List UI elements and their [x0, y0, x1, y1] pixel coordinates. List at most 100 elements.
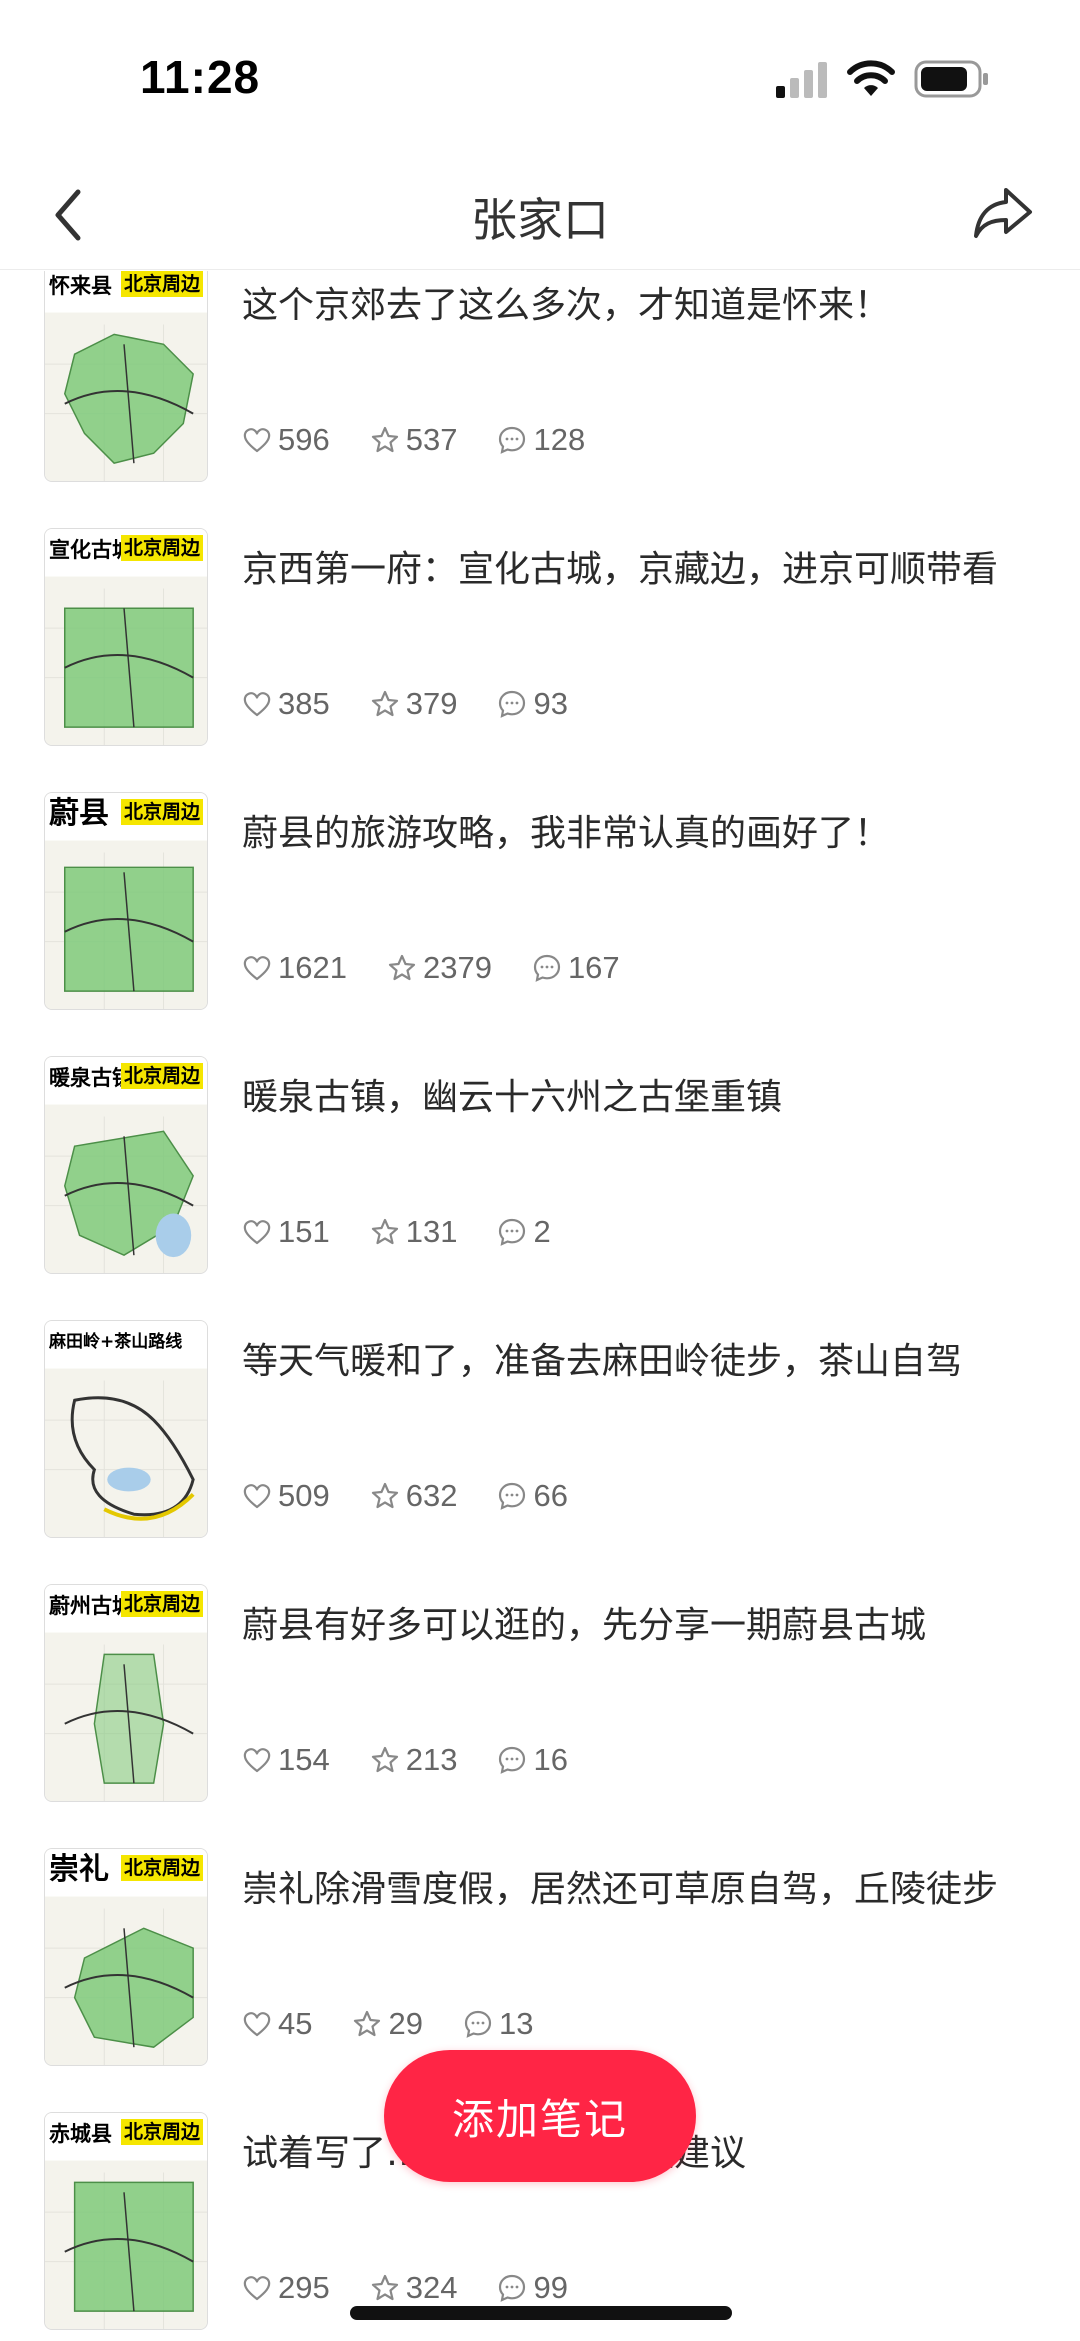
note-item[interactable]: 蔚县 北京周边 蔚县的旅游攻略，我非常认真的画好了！ 1621 2379 167 [0, 752, 1080, 1016]
note-list-content: 怀来县 北京周边 这个京郊去了这么多次，才知道是怀来！ 596 537 128 宣化古城 北京… [0, 271, 1080, 2336]
thumb-tag: 北京周边 [120, 1591, 203, 1617]
collect-count: 379 [405, 686, 458, 721]
like-count: 151 [278, 1214, 330, 1249]
comment-stat[interactable]: 13 [463, 2006, 533, 2042]
note-stats: 295 324 99 [242, 2268, 608, 2308]
note-item[interactable]: 崇礼 北京周边 崇礼除滑雪度假，居然还可草原自驾，丘陵徒步 45 29 13 [0, 1808, 1080, 2072]
collect-count: 537 [405, 422, 458, 457]
like-heart-icon [243, 1220, 271, 1245]
comment-stat[interactable]: 93 [497, 686, 568, 722]
collect-star-icon [371, 1482, 398, 1509]
note-title[interactable]: 京西第一府：宣化古城，京藏边，进京可顺带看 [242, 542, 1042, 598]
collect-star-icon [371, 1746, 398, 1773]
like-count: 385 [278, 686, 330, 721]
comment-count: 2 [533, 1214, 551, 1249]
comment-bubble-icon [499, 690, 526, 718]
comment-stat[interactable]: 99 [497, 2270, 568, 2306]
note-thumbnail[interactable]: 蔚州古城 北京周边 [44, 1584, 208, 1802]
like-count: 295 [278, 2270, 330, 2305]
comment-stat[interactable]: 128 [497, 422, 585, 458]
comment-bubble-icon [499, 426, 526, 454]
comment-bubble-icon [499, 1218, 526, 1246]
comment-stat[interactable]: 16 [497, 1742, 568, 1778]
collect-count: 131 [405, 1214, 458, 1249]
note-stats: 45 29 13 [242, 2004, 573, 2044]
collect-stat[interactable]: 213 [370, 1742, 458, 1778]
note-thumbnail[interactable]: 赤城县 北京周边 [44, 2112, 208, 2330]
note-title[interactable]: 这个京郊去了这么多次，才知道是怀来！ [242, 278, 1042, 334]
note-stats: 154 213 16 [242, 1740, 608, 1780]
nav-bar: 张家口 [0, 160, 1080, 270]
comment-bubble-icon [499, 1482, 526, 1510]
home-indicator[interactable] [350, 2306, 732, 2320]
collect-stat[interactable]: 632 [370, 1478, 458, 1514]
collect-star-icon [371, 2274, 398, 2301]
comment-count: 99 [533, 2270, 568, 2305]
note-stats: 596 537 128 [242, 420, 625, 460]
note-title[interactable]: 崇礼除滑雪度假，居然还可草原自驾，丘陵徒步 [242, 1862, 1042, 1918]
note-thumbnail[interactable]: 蔚县 北京周边 [44, 792, 208, 1010]
like-stat[interactable]: 509 [242, 1478, 330, 1514]
thumb-tag: 北京周边 [120, 535, 203, 561]
note-title[interactable]: 蔚县的旅游攻略，我非常认真的画好了！ [242, 806, 1042, 862]
note-item[interactable]: 宣化古城 北京周边 京西第一府：宣化古城，京藏边，进京可顺带看 385 379 93 [0, 488, 1080, 752]
collect-stat[interactable]: 2379 [387, 950, 492, 986]
note-item[interactable]: 暖泉古镇 北京周边 暖泉古镇，幽云十六州之古堡重镇 151 131 2 [0, 1016, 1080, 1280]
note-item[interactable]: 蔚州古城 北京周边 蔚县有好多可以逛的，先分享一期蔚县古城 154 213 16 [0, 1544, 1080, 1808]
comment-bubble-icon [533, 954, 561, 982]
status-time: 11:28 [140, 51, 261, 103]
like-heart-icon [243, 692, 271, 717]
like-stat[interactable]: 596 [242, 422, 330, 458]
comment-count: 167 [567, 950, 620, 985]
like-heart-icon [243, 428, 271, 453]
like-stat[interactable]: 385 [242, 686, 330, 722]
like-heart-icon [243, 956, 271, 981]
thumb-label: 麻田岭+茶山路线 [49, 1332, 183, 1352]
collect-stat[interactable]: 324 [370, 2270, 457, 2306]
like-stat[interactable]: 1621 [242, 950, 347, 986]
collect-count: 213 [405, 1742, 458, 1777]
comment-count: 16 [533, 1742, 568, 1777]
note-thumbnail[interactable]: 麻田岭+茶山路线 [44, 1320, 208, 1538]
thumb-label: 崇礼 [49, 1852, 109, 1887]
collect-stat[interactable]: 29 [352, 2006, 423, 2042]
collect-stat[interactable]: 131 [370, 1214, 458, 1250]
note-thumbnail[interactable]: 暖泉古镇 北京周边 [44, 1056, 208, 1274]
thumb-label: 蔚县 [49, 796, 109, 831]
map-thumbnail-graphic [45, 271, 207, 481]
collect-count: 632 [405, 1478, 458, 1513]
like-stat[interactable]: 45 [242, 2006, 312, 2042]
note-stats: 1621 2379 167 [242, 948, 660, 988]
collect-count: 2379 [422, 950, 492, 985]
status-bar: 11:28 [0, 0, 1080, 160]
like-count: 154 [278, 1742, 330, 1777]
note-item[interactable]: 怀来县 北京周边 这个京郊去了这么多次，才知道是怀来！ 596 537 128 [0, 271, 1080, 488]
add-note-button[interactable]: 添加笔记 [384, 2050, 696, 2182]
comment-stat[interactable]: 2 [497, 1214, 551, 1250]
note-list[interactable]: 怀来县 北京周边 这个京郊去了这么多次，才知道是怀来！ 596 537 128 宣化古城 北京… [0, 271, 1080, 2341]
note-item[interactable]: 麻田岭+茶山路线 等天气暖和了，准备去麻田岭徒步，茶山自驾 509 632 66 [0, 1280, 1080, 1544]
collect-stat[interactable]: 537 [370, 422, 458, 458]
share-icon[interactable] [970, 180, 1034, 244]
note-title[interactable]: 等天气暖和了，准备去麻田岭徒步，茶山自驾 [242, 1334, 1042, 1390]
like-stat[interactable]: 151 [242, 1214, 330, 1250]
like-count: 596 [278, 422, 330, 457]
note-stats: 509 632 66 [242, 1476, 608, 1516]
like-stat[interactable]: 154 [242, 1742, 330, 1778]
note-stats: 151 131 2 [242, 1212, 591, 1252]
comment-bubble-icon [499, 2274, 526, 2302]
note-stats: 385 379 93 [242, 684, 608, 724]
note-thumbnail[interactable]: 宣化古城 北京周边 [44, 528, 208, 746]
note-thumbnail[interactable]: 怀来县 北京周边 [44, 271, 208, 482]
thumb-label: 怀来县 [49, 274, 112, 298]
collect-star-icon [354, 2010, 381, 2037]
like-heart-icon [243, 2276, 271, 2301]
note-title[interactable]: 蔚县有好多可以逛的，先分享一期蔚县古城 [242, 1598, 1042, 1654]
comment-stat[interactable]: 66 [497, 1478, 568, 1514]
like-stat[interactable]: 295 [242, 2270, 330, 2306]
note-title[interactable]: 暖泉古镇，幽云十六州之古堡重镇 [242, 1070, 1042, 1126]
comment-stat[interactable]: 167 [532, 950, 620, 986]
collect-stat[interactable]: 379 [370, 686, 458, 722]
like-heart-icon [243, 1484, 271, 1509]
note-thumbnail[interactable]: 崇礼 北京周边 [44, 1848, 208, 2066]
